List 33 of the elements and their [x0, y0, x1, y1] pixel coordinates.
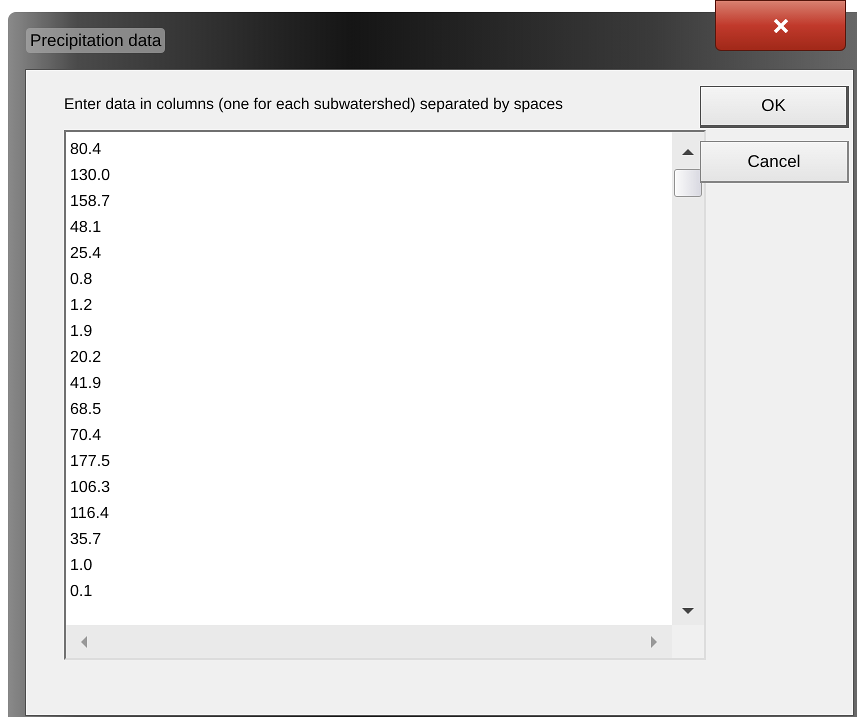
window-title: Precipitation data: [26, 28, 166, 54]
scroll-left-icon[interactable]: [80, 636, 87, 648]
data-line: 1.9: [70, 322, 94, 342]
data-line: 130.0: [70, 166, 112, 186]
data-line: 0.8: [70, 270, 94, 290]
dialog-button[interactable]: Cancel: [700, 141, 849, 183]
data-line: 48.1: [70, 218, 102, 238]
data-line: 41.9: [70, 374, 102, 394]
data-line: 25.4: [70, 244, 102, 264]
data-line: 0.1: [70, 582, 94, 602]
scroll-down-icon[interactable]: [682, 608, 694, 615]
data-line: 177.5: [70, 452, 112, 472]
close-button[interactable]: [715, 0, 846, 51]
data-line: 106.3: [70, 478, 112, 498]
scrollbar-corner: [672, 625, 704, 658]
close-icon[interactable]: [772, 18, 788, 32]
dialog-button[interactable]: OK: [700, 86, 849, 128]
data-text-area[interactable]: 80.4 130.0 158.7 48.1 25.4 0.8 1.2 1.9 20.2 41.9 68.5 70.4 177.5 106.3 116.4 35.7 1.0 0.1: [64, 130, 706, 660]
data-line: 20.2: [70, 348, 102, 368]
data-line: 68.5: [70, 400, 102, 420]
data-line: 158.7: [70, 192, 112, 212]
data-line: 80.4: [70, 140, 102, 160]
data-line: 1.0: [70, 556, 94, 576]
scroll-right-icon[interactable]: [651, 636, 658, 648]
scroll-thumb[interactable]: [674, 169, 702, 197]
scroll-up-icon[interactable]: [682, 148, 694, 155]
data-line: 116.4: [70, 504, 110, 524]
instructions-text: Enter data in columns (one for each subwatershed) separated by spaces: [64, 95, 564, 115]
data-line: 1.2: [70, 296, 94, 316]
horizontal-scrollbar[interactable]: [66, 625, 672, 658]
data-line: 70.4: [70, 426, 102, 446]
data-line: 35.7: [70, 530, 102, 550]
vertical-scrollbar[interactable]: [672, 132, 704, 625]
